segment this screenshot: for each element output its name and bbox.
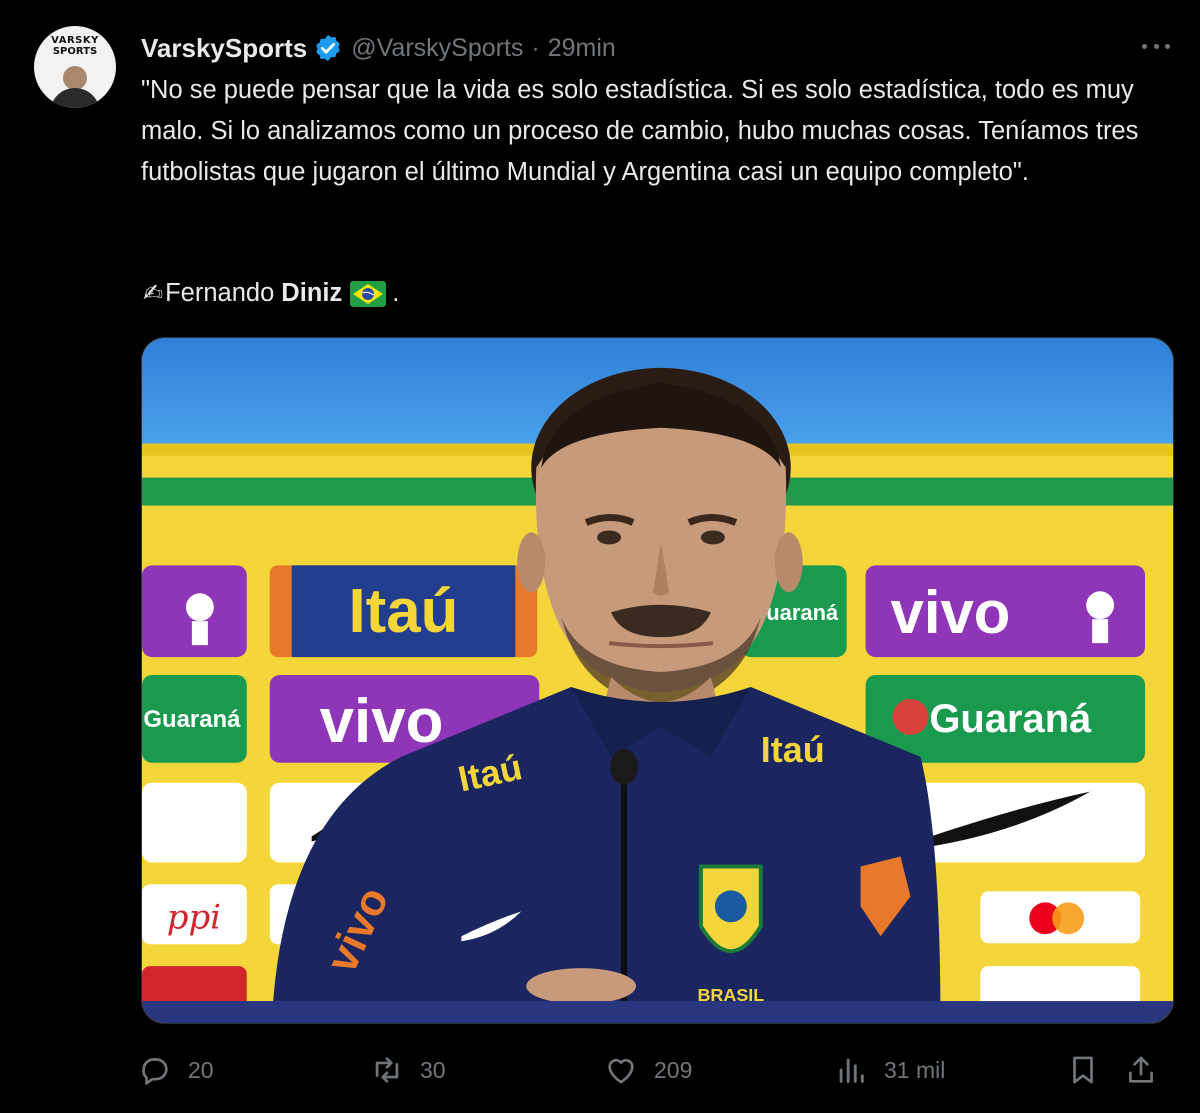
verified-icon: [316, 34, 340, 62]
avatar-logo-line2: SPORTS: [52, 46, 98, 57]
sponsor-logo: vivo: [320, 687, 444, 756]
retweet-button[interactable]: 30: [370, 1047, 446, 1093]
author-handle[interactable]: @VarskySports: [351, 34, 523, 63]
press-conference-photo: Itaú Guaraná vivo Guaraná vivo Guaraná p…: [142, 338, 1173, 1023]
tweet-header: VarskySports @VarskySports · 29min: [141, 28, 616, 68]
sponsor-logo: Guaraná: [929, 697, 1092, 741]
retweet-icon: [375, 1057, 399, 1083]
tweet-text: "No se puede pensar que la vida es solo …: [141, 76, 1139, 186]
tweet-photo[interactable]: Itaú Guaraná vivo Guaraná vivo Guaraná p…: [141, 337, 1174, 1024]
sponsor-logo: Guaraná: [143, 706, 241, 733]
retweet-count: 30: [420, 1056, 446, 1083]
avatar-logo-line1: VARSKY: [51, 35, 99, 46]
writing-hand-icon: ✍: [143, 280, 164, 307]
sponsor-logo: vivo: [891, 579, 1011, 646]
credit-end: .: [392, 279, 400, 307]
avatar-face: [63, 66, 87, 90]
views-count: 31 mil: [884, 1056, 946, 1083]
share-button[interactable]: [1124, 1047, 1158, 1093]
like-icon: [608, 1058, 634, 1084]
sponsor-logo: ppi: [167, 897, 221, 936]
tweet-actions: 20 30 209 31 mil: [138, 1047, 1178, 1093]
tweet-credit: ✍ Fernando Diniz .: [143, 273, 399, 314]
credit-first-name: Fernando: [165, 279, 275, 307]
brazil-flag-icon: [350, 280, 387, 307]
views-button[interactable]: 31 mil: [834, 1047, 945, 1093]
sponsor-logo: Itaú: [761, 729, 825, 770]
author-display-name[interactable]: VarskySports: [141, 33, 307, 64]
reply-button[interactable]: 20: [138, 1047, 214, 1093]
tweet[interactable]: VARSKY SPORTS VarskySports @VarskySports…: [0, 0, 1200, 1113]
tweet-timestamp[interactable]: 29min: [548, 34, 616, 63]
reply-icon: [142, 1058, 168, 1085]
credit-last-name: Diniz: [281, 279, 343, 307]
views-icon: [839, 1058, 864, 1083]
more-icon[interactable]: [1138, 32, 1174, 60]
like-button[interactable]: 209: [604, 1047, 692, 1093]
share-icon: [1129, 1056, 1153, 1083]
bookmark-button[interactable]: [1066, 1047, 1100, 1093]
like-count: 209: [654, 1056, 693, 1083]
bookmark-icon: [1073, 1056, 1093, 1084]
reply-count: 20: [188, 1056, 214, 1083]
author-avatar[interactable]: VARSKY SPORTS: [34, 26, 116, 108]
sponsor-logo: Itaú: [349, 577, 459, 646]
header-separator: ·: [531, 33, 540, 62]
avatar-shoulders: [50, 88, 100, 108]
